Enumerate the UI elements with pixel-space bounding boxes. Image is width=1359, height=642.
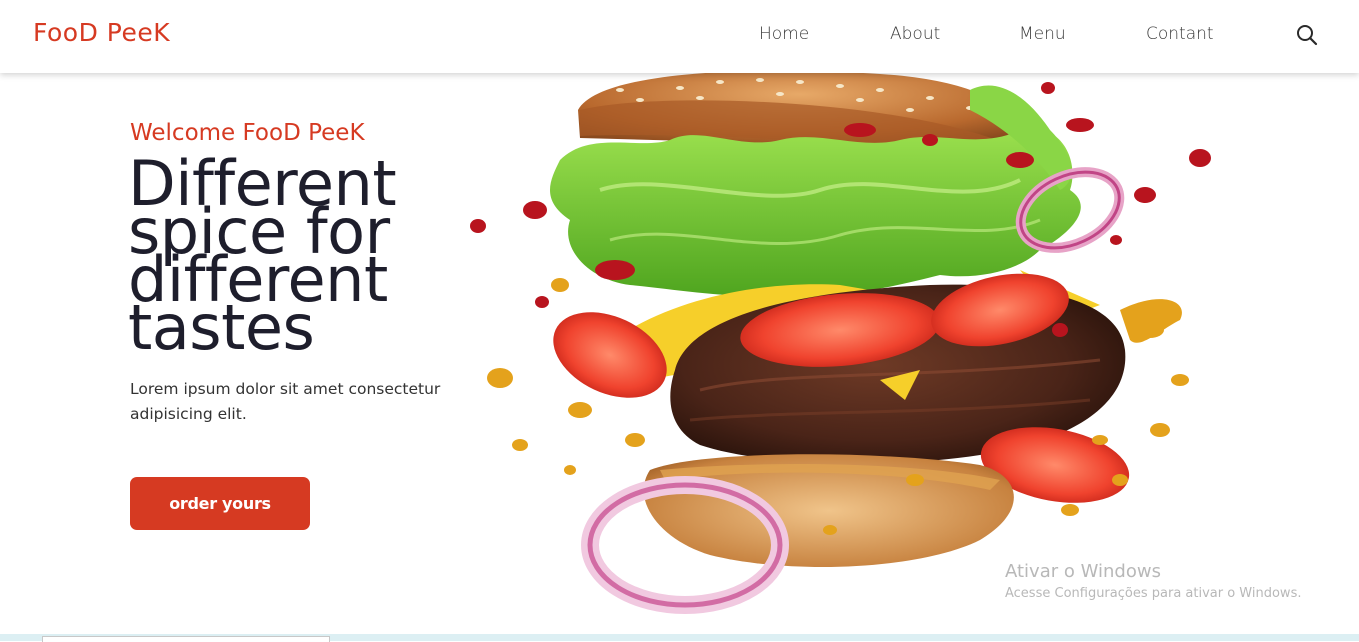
search-icon	[1297, 25, 1318, 46]
burger-image	[470, 70, 1211, 614]
headline-line: tastes	[128, 291, 315, 364]
search-button[interactable]	[1294, 22, 1320, 48]
nav-link-menu[interactable]: Menu	[1019, 24, 1066, 44]
welcome-text: Welcome FooD PeeK	[130, 120, 365, 146]
logo[interactable]: FooD PeeK	[33, 18, 170, 47]
watermark-title: Ativar o Windows	[1005, 561, 1161, 582]
bottom-tab	[42, 636, 330, 642]
site-header: FooD PeeK Home About Menu Contant	[0, 0, 1359, 73]
nav-link-contact[interactable]: Contant	[1146, 24, 1214, 44]
watermark-subtitle: Acesse Configurações para ativar o Windo…	[1005, 586, 1302, 601]
nav-link-home[interactable]: Home	[759, 24, 809, 44]
nav-link-about[interactable]: About	[890, 24, 940, 44]
order-button[interactable]: order yours	[130, 477, 310, 530]
hero-headline: Different spice for different tastes	[128, 153, 458, 364]
hero-subtext: Lorem ipsum dolor sit amet consectetur a…	[130, 380, 441, 423]
